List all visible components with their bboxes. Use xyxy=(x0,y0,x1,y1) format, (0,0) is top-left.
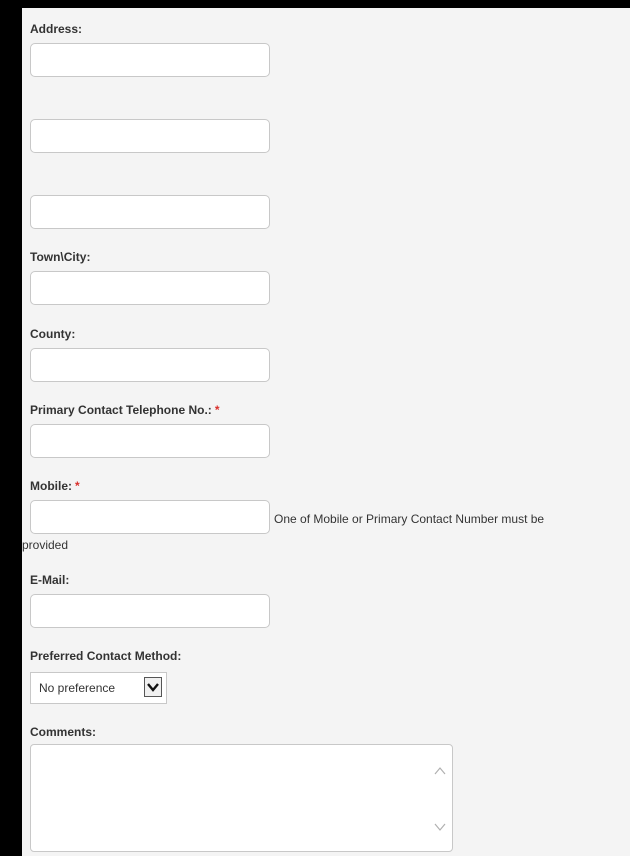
comments-label: Comments: xyxy=(30,725,97,739)
email-input[interactable] xyxy=(30,594,270,628)
mobile-input[interactable] xyxy=(30,500,270,534)
chevron-down-icon[interactable] xyxy=(144,677,162,697)
chevron-down-icon[interactable] xyxy=(432,819,448,835)
mobile-helper-text-continued: provided xyxy=(22,538,69,552)
county-label: County: xyxy=(30,327,76,341)
preferred-contact-method-label: Preferred Contact Method: xyxy=(30,649,182,663)
address-label: Address: xyxy=(30,22,83,36)
required-marker: * xyxy=(214,403,220,417)
contact-details-form: Address: Town\City: County: Primary Cont… xyxy=(22,8,630,856)
comments-textarea[interactable] xyxy=(31,745,430,855)
email-label: E-Mail: xyxy=(30,573,70,587)
town-city-label: Town\City: xyxy=(30,250,91,264)
required-marker: * xyxy=(75,479,80,493)
comments-field[interactable] xyxy=(30,744,453,855)
address-line-2-input[interactable] xyxy=(30,119,270,153)
primary-phone-input[interactable] xyxy=(30,424,270,458)
primary-phone-label-text: Primary Contact Telephone No.: xyxy=(30,403,212,417)
address-line-1-input[interactable] xyxy=(30,43,270,77)
primary-phone-label: Primary Contact Telephone No.: * xyxy=(30,403,219,417)
preferred-contact-method-select[interactable]: No preference xyxy=(30,672,167,704)
mobile-label: Mobile: * xyxy=(30,479,80,493)
mobile-label-text: Mobile: xyxy=(30,479,72,493)
town-city-input[interactable] xyxy=(30,271,270,305)
mobile-helper-text: One of Mobile or Primary Contact Number … xyxy=(274,512,545,526)
chevron-up-icon[interactable] xyxy=(432,763,448,779)
address-line-3-input[interactable] xyxy=(30,195,270,229)
preferred-contact-method-value: No preference xyxy=(39,681,116,695)
county-input[interactable] xyxy=(30,348,270,382)
